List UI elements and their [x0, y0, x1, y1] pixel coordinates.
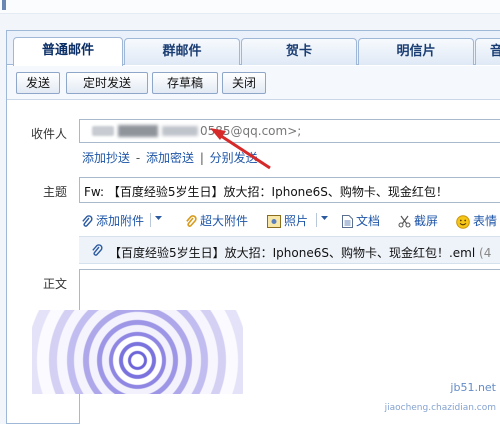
scissors-icon: [398, 215, 411, 228]
add-attachment-label: 添加附件: [96, 214, 145, 228]
add-cc-link[interactable]: 添加抄送: [82, 151, 130, 165]
subject-input[interactable]: Fw: 【百度经验5岁生日】放大招：Iphone6S、购物卡、现金红包！: [79, 177, 500, 203]
recipient-label: 收件人: [30, 127, 67, 141]
add-bcc-link[interactable]: 添加密送: [146, 151, 194, 165]
attachment-dropdown[interactable]: [154, 212, 163, 226]
add-attachment-button[interactable]: 添加附件: [81, 212, 144, 229]
large-paperclip-icon: [186, 214, 197, 227]
paperclip-icon: [82, 214, 93, 227]
loading-ripple-overlay: [32, 310, 243, 394]
paperclip-icon: [92, 244, 103, 256]
save-draft-button[interactable]: 存草稿: [152, 72, 218, 94]
attached-file-name[interactable]: 【百度经验5岁生日】放大招：Iphone6S、购物卡、现金红包！.eml (4: [109, 244, 491, 261]
document-label: 文档: [356, 214, 381, 228]
photo-icon: [267, 215, 281, 228]
watermark-url: jiaocheng.chazidian.com: [384, 403, 496, 413]
attached-file-title: 【百度经验5岁生日】放大招：Iphone6S、购物卡、现金红包！.eml: [109, 246, 476, 260]
recipient-address-text: 0585@qq.com>;: [200, 124, 302, 138]
chevron-down-icon: [155, 216, 162, 220]
redacted-address: [162, 126, 198, 136]
tab-greeting-card[interactable]: 贺卡: [241, 38, 357, 65]
document-icon: [342, 215, 353, 228]
attached-file-row: 【百度经验5岁生日】放大招：Iphone6S、购物卡、现金红包！.eml (4: [79, 236, 500, 264]
close-button[interactable]: 关闭: [222, 72, 266, 94]
compose-toolbar: 发送 定时发送 存草稿 关闭: [7, 66, 500, 100]
emoji-button[interactable]: 表情: [456, 212, 497, 229]
redacted-address: [118, 125, 158, 137]
divider: [316, 213, 317, 227]
photo-label: 照片: [284, 214, 309, 228]
redacted-address: [92, 126, 114, 136]
app-icon: [2, 0, 6, 10]
recipient-options: 添加抄送 - 添加密送 | 分别发送: [82, 149, 258, 166]
photo-dropdown[interactable]: [320, 212, 329, 226]
tab-postcard[interactable]: 明信片: [358, 38, 474, 65]
subject-text: Fw: 【百度经验5岁生日】放大招：Iphone6S、购物卡、现金红包！: [84, 185, 448, 199]
send-button[interactable]: 发送: [16, 72, 60, 94]
photo-button[interactable]: 照片: [267, 212, 308, 229]
large-attachment-label: 超大附件: [200, 214, 249, 228]
attached-file-size: (4: [475, 246, 492, 260]
subject-label: 主题: [42, 185, 67, 199]
smiley-icon: [456, 214, 470, 229]
document-button[interactable]: 文档: [342, 212, 380, 229]
window-title-strip: [0, 0, 500, 14]
emoji-label: 表情: [473, 214, 498, 228]
attachment-toolbar: 添加附件 超大附件 照片 文档 截屏 表情: [79, 209, 500, 231]
link-separator: -: [132, 151, 144, 165]
tab-music-card[interactable]: 音: [475, 38, 500, 65]
screenshot-button[interactable]: 截屏: [398, 212, 438, 229]
scheduled-send-button[interactable]: 定时发送: [66, 72, 148, 94]
divider: [150, 213, 151, 227]
watermark-site: jb51.net: [450, 381, 496, 394]
compose-tabs: 普通邮件 群邮件 贺卡 明信片 音: [7, 31, 500, 66]
chevron-down-icon: [321, 216, 328, 220]
recipient-input[interactable]: 0585@qq.com>;: [79, 119, 500, 143]
body-label: 正文: [42, 277, 67, 291]
tab-group-mail[interactable]: 群邮件: [124, 38, 240, 65]
large-attachment-button[interactable]: 超大附件: [185, 212, 248, 229]
tab-normal-mail[interactable]: 普通邮件: [13, 37, 123, 66]
screenshot-label: 截屏: [414, 214, 439, 228]
separate-send-link[interactable]: 分别发送: [210, 151, 258, 165]
link-separator: |: [196, 151, 208, 165]
